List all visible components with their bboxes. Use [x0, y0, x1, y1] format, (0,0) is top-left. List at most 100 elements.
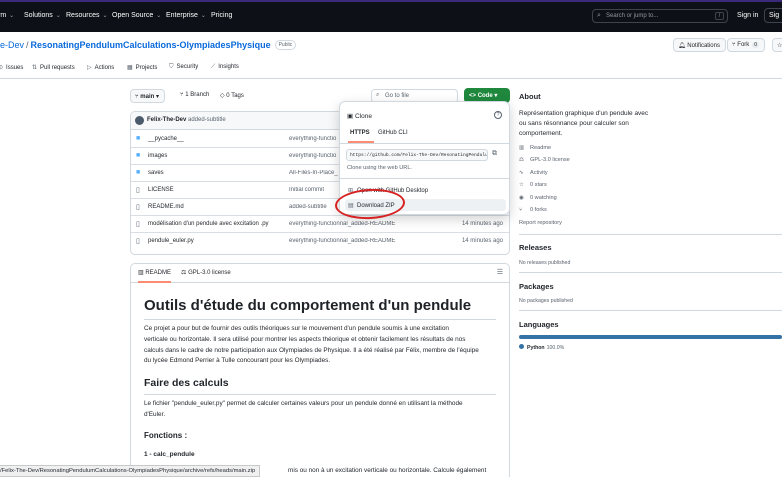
avatar[interactable]: [135, 116, 144, 125]
eye-icon: ◉: [519, 195, 524, 201]
file-updated-time: 14 minutes ago: [461, 238, 503, 244]
sign-up-button[interactable]: Sig: [764, 8, 782, 23]
clone-url-input[interactable]: https://github.com/Felix-The-Dev/Resonat…: [346, 149, 488, 161]
tab-issues[interactable]: ⊙ Issues: [0, 64, 23, 71]
global-search-input[interactable]: ⌕ Search or jump to... /: [592, 9, 728, 23]
tags-link[interactable]: ◇ 0 Tags: [220, 92, 244, 99]
forks-link[interactable]: ⑂ 0 forks: [519, 207, 547, 213]
nav-solutions[interactable]: Solutions ⌄: [24, 12, 61, 19]
tab-readme[interactable]: ▥ README: [138, 269, 172, 283]
section-heading: Faire des calculs: [144, 377, 229, 389]
paragraph-line: Le fichier "pendule_euler.py" permet de …: [144, 400, 463, 407]
copy-icon[interactable]: ⧉: [492, 150, 497, 158]
file-commit-message[interactable]: everything-functionnal_added-README: [289, 238, 454, 244]
repo-title: e-Dev / ResonatingPendulumCalculations-Oly…: [0, 40, 297, 50]
branches-link[interactable]: ⑂ 1 Branch: [180, 92, 209, 98]
file-icon: ▯: [136, 221, 140, 228]
paragraph-line: calculs dans le cadre de notre participa…: [144, 346, 479, 354]
book-icon: ▥: [138, 270, 144, 276]
tab-projects[interactable]: ▦ Projects: [127, 64, 157, 71]
fork-icon: ⑂: [732, 42, 736, 48]
search-icon: ⌕: [376, 92, 380, 98]
language-python[interactable]: Python 100.0%: [519, 344, 564, 351]
folder-icon: ■: [136, 135, 141, 142]
file-name[interactable]: __pycache__: [148, 136, 184, 142]
readme-link[interactable]: ▥ Readme: [519, 145, 551, 151]
branch-icon: ⑂: [135, 94, 139, 100]
nav-resources[interactable]: Resources ⌄: [66, 12, 108, 19]
file-icon: ▯: [136, 187, 140, 194]
file-name[interactable]: README.md: [148, 204, 184, 210]
file-name[interactable]: modélisation d'un pendule avec excitatio…: [148, 221, 269, 227]
tab-insights[interactable]: ⟋ Insights: [211, 64, 239, 71]
play-icon: ▷: [87, 65, 92, 71]
question-icon[interactable]: ?: [494, 111, 502, 119]
table-icon: ▦: [127, 65, 133, 71]
outline-list-icon[interactable]: ☰: [497, 268, 503, 276]
nav-open-source[interactable]: Open Source ⌄: [112, 12, 161, 19]
menu-divider: [340, 178, 509, 179]
readme-heading: Outils d'étude du comportement d'un pend…: [144, 297, 472, 314]
star-button[interactable]: ☆: [772, 38, 782, 52]
tab-https[interactable]: HTTPS: [350, 130, 370, 136]
file-row[interactable]: ▯ modélisation d'un pendule avec excitati…: [131, 216, 509, 233]
search-shortcut-key: /: [715, 12, 724, 20]
language-color-dot: [519, 344, 524, 349]
law-icon: ⚖: [181, 270, 187, 276]
fork-label: Fork: [737, 42, 750, 48]
tab-github-cli[interactable]: GitHub CLI: [378, 130, 408, 136]
github-repo-page: rm⌄ Solutions⌄ Resources⌄ Open Source⌄ E…: [0, 0, 782, 477]
terminal-icon: ▣: [347, 113, 354, 120]
fork-icon: ⑂: [519, 207, 523, 213]
commit-author-link[interactable]: Felix-The-Dev: [147, 117, 186, 123]
nav-pricing[interactable]: Pricing: [211, 12, 232, 19]
license-link[interactable]: ⚖ GPL-3.0 license: [519, 157, 570, 163]
repo-owner-link[interactable]: e-Dev: [0, 40, 24, 50]
paragraph-line: Ce projet a pour but de fournir des outi…: [144, 325, 449, 332]
file-name[interactable]: images: [148, 153, 167, 159]
watchers-link[interactable]: ◉ 0 watching: [519, 195, 557, 201]
repo-name-link[interactable]: ResonatingPendulumCalculations-Olympiade…: [31, 40, 271, 50]
nav-platform[interactable]: rm⌄: [0, 12, 14, 19]
notifications-button[interactable]: 🔔︎ Notifications: [673, 38, 726, 52]
caret-down-icon: ▾: [155, 94, 159, 100]
subsection-heading: Fonctions :: [144, 431, 188, 440]
packages-heading[interactable]: Packages: [519, 282, 554, 291]
branch-selector[interactable]: ⑂ main ▾: [130, 89, 165, 103]
report-repository-link[interactable]: Report repository: [519, 220, 562, 226]
file-row[interactable]: ▯ pendule_euler.py everything-functionnal_…: [131, 233, 509, 250]
readme-calc-paragraph: Le fichier "pendule_euler.py" permet de …: [144, 399, 499, 421]
file-name[interactable]: saves: [148, 170, 164, 176]
chevron-down-icon: ⌄: [55, 13, 61, 19]
file-icon: ▯: [136, 204, 140, 211]
fork-button[interactable]: ⑂ Fork 0: [727, 38, 766, 52]
repo-sidebar: About Représentation graphique d'un pend…: [519, 89, 782, 477]
issue-icon: ⊙: [0, 65, 4, 71]
readme-intro-paragraph: Ce projet a pour but de fournir des outi…: [144, 324, 499, 367]
caret-down-icon: ▾: [494, 93, 498, 99]
sign-in-link[interactable]: Sign in: [737, 12, 758, 19]
file-commit-message[interactable]: everything-functionnal_added-README: [289, 221, 454, 227]
branch-name: main: [140, 94, 155, 100]
chevron-down-icon: ⌄: [9, 13, 15, 19]
fork-count: 0: [752, 42, 760, 48]
repo-title-separator: /: [26, 40, 29, 50]
activity-link[interactable]: ∿ Activity: [519, 170, 548, 176]
tab-license[interactable]: ⚖ GPL-3.0 license: [181, 269, 231, 276]
file-name[interactable]: LICENSE: [148, 187, 174, 193]
tab-actions[interactable]: ▷ Actions: [87, 64, 114, 71]
clone-title: ▣ Clone: [347, 113, 372, 120]
paragraph-line: mis ou non à un excitation verticale ou …: [288, 467, 487, 474]
commit-message-link[interactable]: added-subtitle: [188, 117, 226, 123]
language-name: Python: [527, 345, 545, 351]
tab-security[interactable]: ⛉ Security: [169, 64, 198, 71]
tab-pull-requests[interactable]: ⇅ Pull requests: [32, 64, 75, 71]
nav-enterprise[interactable]: Enterprise ⌄: [166, 12, 206, 19]
shield-icon: ⛉: [169, 64, 174, 70]
folder-icon: ■: [136, 169, 141, 176]
readme-panel: ▥ README ⚖ GPL-3.0 license ☰ Outils d'ét…: [130, 263, 510, 477]
stars-link[interactable]: ☆ 0 stars: [519, 182, 547, 188]
section-divider: [519, 310, 782, 311]
file-name[interactable]: pendule_euler.py: [148, 238, 194, 244]
releases-heading[interactable]: Releases: [519, 243, 552, 252]
